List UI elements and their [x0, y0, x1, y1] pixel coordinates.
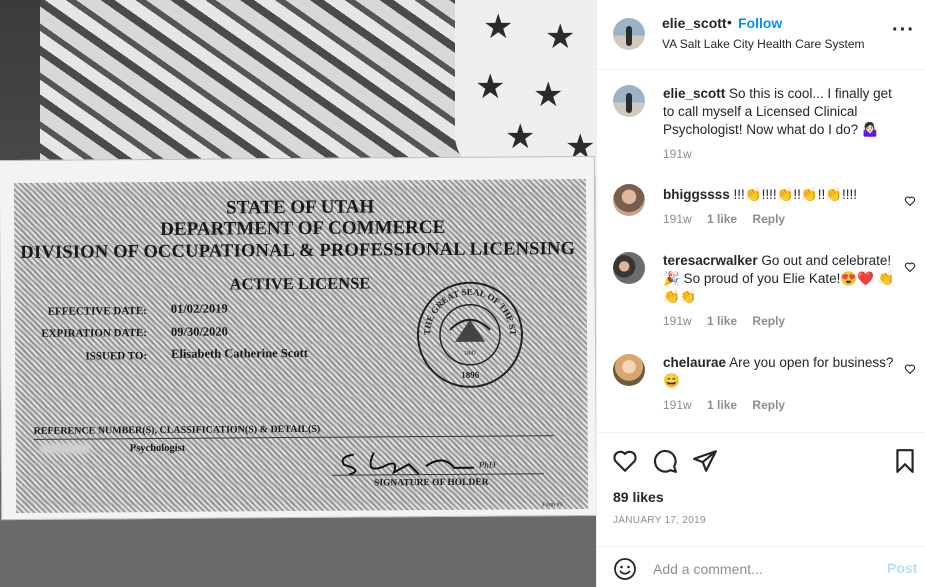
post-photo[interactable]: ★ ★ ★ ★ ★ ★ STATE OF UTAH DEPARTMENT OF …	[0, 0, 596, 587]
cert-reference-label: REFERENCE NUMBER(S), CLASSIFICATION(S) &…	[33, 423, 321, 437]
more-horizontal-icon[interactable]: ···	[892, 20, 915, 40]
comment-avatar[interactable]	[613, 252, 645, 284]
post-actions: 89 likes JANUARY 17, 2019 Post	[597, 432, 925, 587]
comment-likes[interactable]: 1 like	[707, 314, 737, 328]
like-comment-heart-icon[interactable]	[904, 195, 916, 207]
cert-expiration-label: EXPIRATION DATE:	[41, 327, 148, 340]
comment-text: !!!👏!!!!👏!!👏!!👏!!!!	[733, 187, 858, 202]
comment-likes[interactable]: 1 like	[707, 398, 737, 412]
comment-icon[interactable]	[652, 448, 678, 474]
post-date[interactable]: JANUARY 17, 2019	[613, 515, 706, 526]
signature-suffix: PhD	[478, 460, 496, 470]
background-pillow	[40, 0, 480, 170]
comment-meta: 191w 1 like Reply	[663, 212, 797, 226]
comment-username[interactable]: chelaurae	[663, 355, 726, 370]
share-icon[interactable]	[692, 448, 718, 474]
reply-button[interactable]: Reply	[752, 314, 785, 328]
comment-avatar[interactable]	[613, 184, 645, 216]
post-header: elie_scott • Follow VA Salt Lake City He…	[597, 0, 925, 70]
cert-issued-label: ISSUED TO:	[85, 350, 148, 363]
reply-button[interactable]: Reply	[752, 398, 785, 412]
bookmark-icon[interactable]	[892, 448, 918, 474]
comment-avatar[interactable]	[613, 354, 645, 386]
cert-classification: Psychologist	[129, 442, 186, 455]
heart-icon[interactable]	[612, 448, 638, 474]
post-side-panel: elie_scott • Follow VA Salt Lake City He…	[596, 0, 925, 587]
comment-likes[interactable]: 1 like	[707, 212, 737, 226]
author-avatar[interactable]	[613, 18, 645, 50]
comment-time[interactable]: 191w	[663, 398, 692, 412]
cert-effective-label: EFFECTIVE DATE:	[47, 305, 147, 318]
background-star-mug: ★ ★ ★ ★ ★ ★	[455, 0, 596, 175]
cert-form-label: Form #1	[542, 502, 563, 509]
comment-username[interactable]: teresacrwalker	[663, 253, 758, 268]
follow-button[interactable]: Follow	[738, 15, 782, 31]
comment-time[interactable]: 191w	[663, 314, 692, 328]
comments-list[interactable]: elie_scott So this is cool... I finally …	[597, 70, 925, 432]
cert-issued-value: Elisabeth Catherine Scott	[171, 345, 308, 361]
like-comment-heart-icon[interactable]	[904, 261, 916, 273]
cert-expiration-value: 09/30/2020	[170, 324, 228, 339]
cert-redacted-number	[39, 443, 90, 454]
caption-username[interactable]: elie_scott	[663, 86, 725, 101]
reply-button[interactable]: Reply	[752, 212, 785, 226]
add-comment-bar: Post	[597, 546, 925, 587]
caption-body: elie_scott So this is cool... I finally …	[663, 85, 903, 139]
cert-division: DIVISION OF OCCUPATIONAL & PROFESSIONAL …	[20, 239, 576, 263]
author-username[interactable]: elie_scott	[662, 15, 727, 31]
post-location[interactable]: VA Salt Lake City Health Care System	[662, 37, 865, 51]
seal-year: 1896	[461, 370, 480, 380]
cert-status: ACTIVE LICENSE	[229, 273, 371, 294]
caption-meta: 191w	[663, 147, 704, 161]
comment-body: teresacrwalker Go out and celebrate! 🎉 S…	[663, 252, 903, 306]
like-comment-heart-icon[interactable]	[904, 363, 916, 375]
likes-count[interactable]: 89 likes	[613, 489, 664, 505]
caption-time[interactable]: 191w	[663, 147, 692, 161]
license-certificate: STATE OF UTAH DEPARTMENT OF COMMERCE DIV…	[0, 155, 596, 521]
comment-body: bhiggssss !!!👏!!!!👏!!👏!!👏!!!!	[663, 186, 903, 204]
emoji-icon[interactable]	[613, 557, 637, 581]
seal-inner-year: 1847	[464, 351, 476, 357]
state-seal-icon: THE GREAT SEAL OF THE STATE OF UTAH 1847…	[415, 279, 523, 388]
cert-signature-label: SIGNATURE OF HOLDER	[373, 477, 489, 489]
comment-time[interactable]: 191w	[663, 212, 692, 226]
comment-meta: 191w 1 like Reply	[663, 398, 797, 412]
cert-state: STATE OF UTAH	[226, 196, 375, 219]
comment-body: chelaurae Are you open for business? 😄	[663, 354, 903, 390]
cert-department: DEPARTMENT OF COMMERCE	[160, 216, 446, 240]
caption-avatar[interactable]	[613, 85, 645, 117]
comment-meta: 191w 1 like Reply	[663, 314, 797, 328]
separator-dot: •	[727, 14, 732, 30]
post-comment-button[interactable]: Post	[887, 560, 917, 576]
comment-input[interactable]	[653, 558, 873, 580]
cert-effective-value: 01/02/2019	[170, 301, 228, 316]
comment-username[interactable]: bhiggssss	[663, 187, 730, 202]
